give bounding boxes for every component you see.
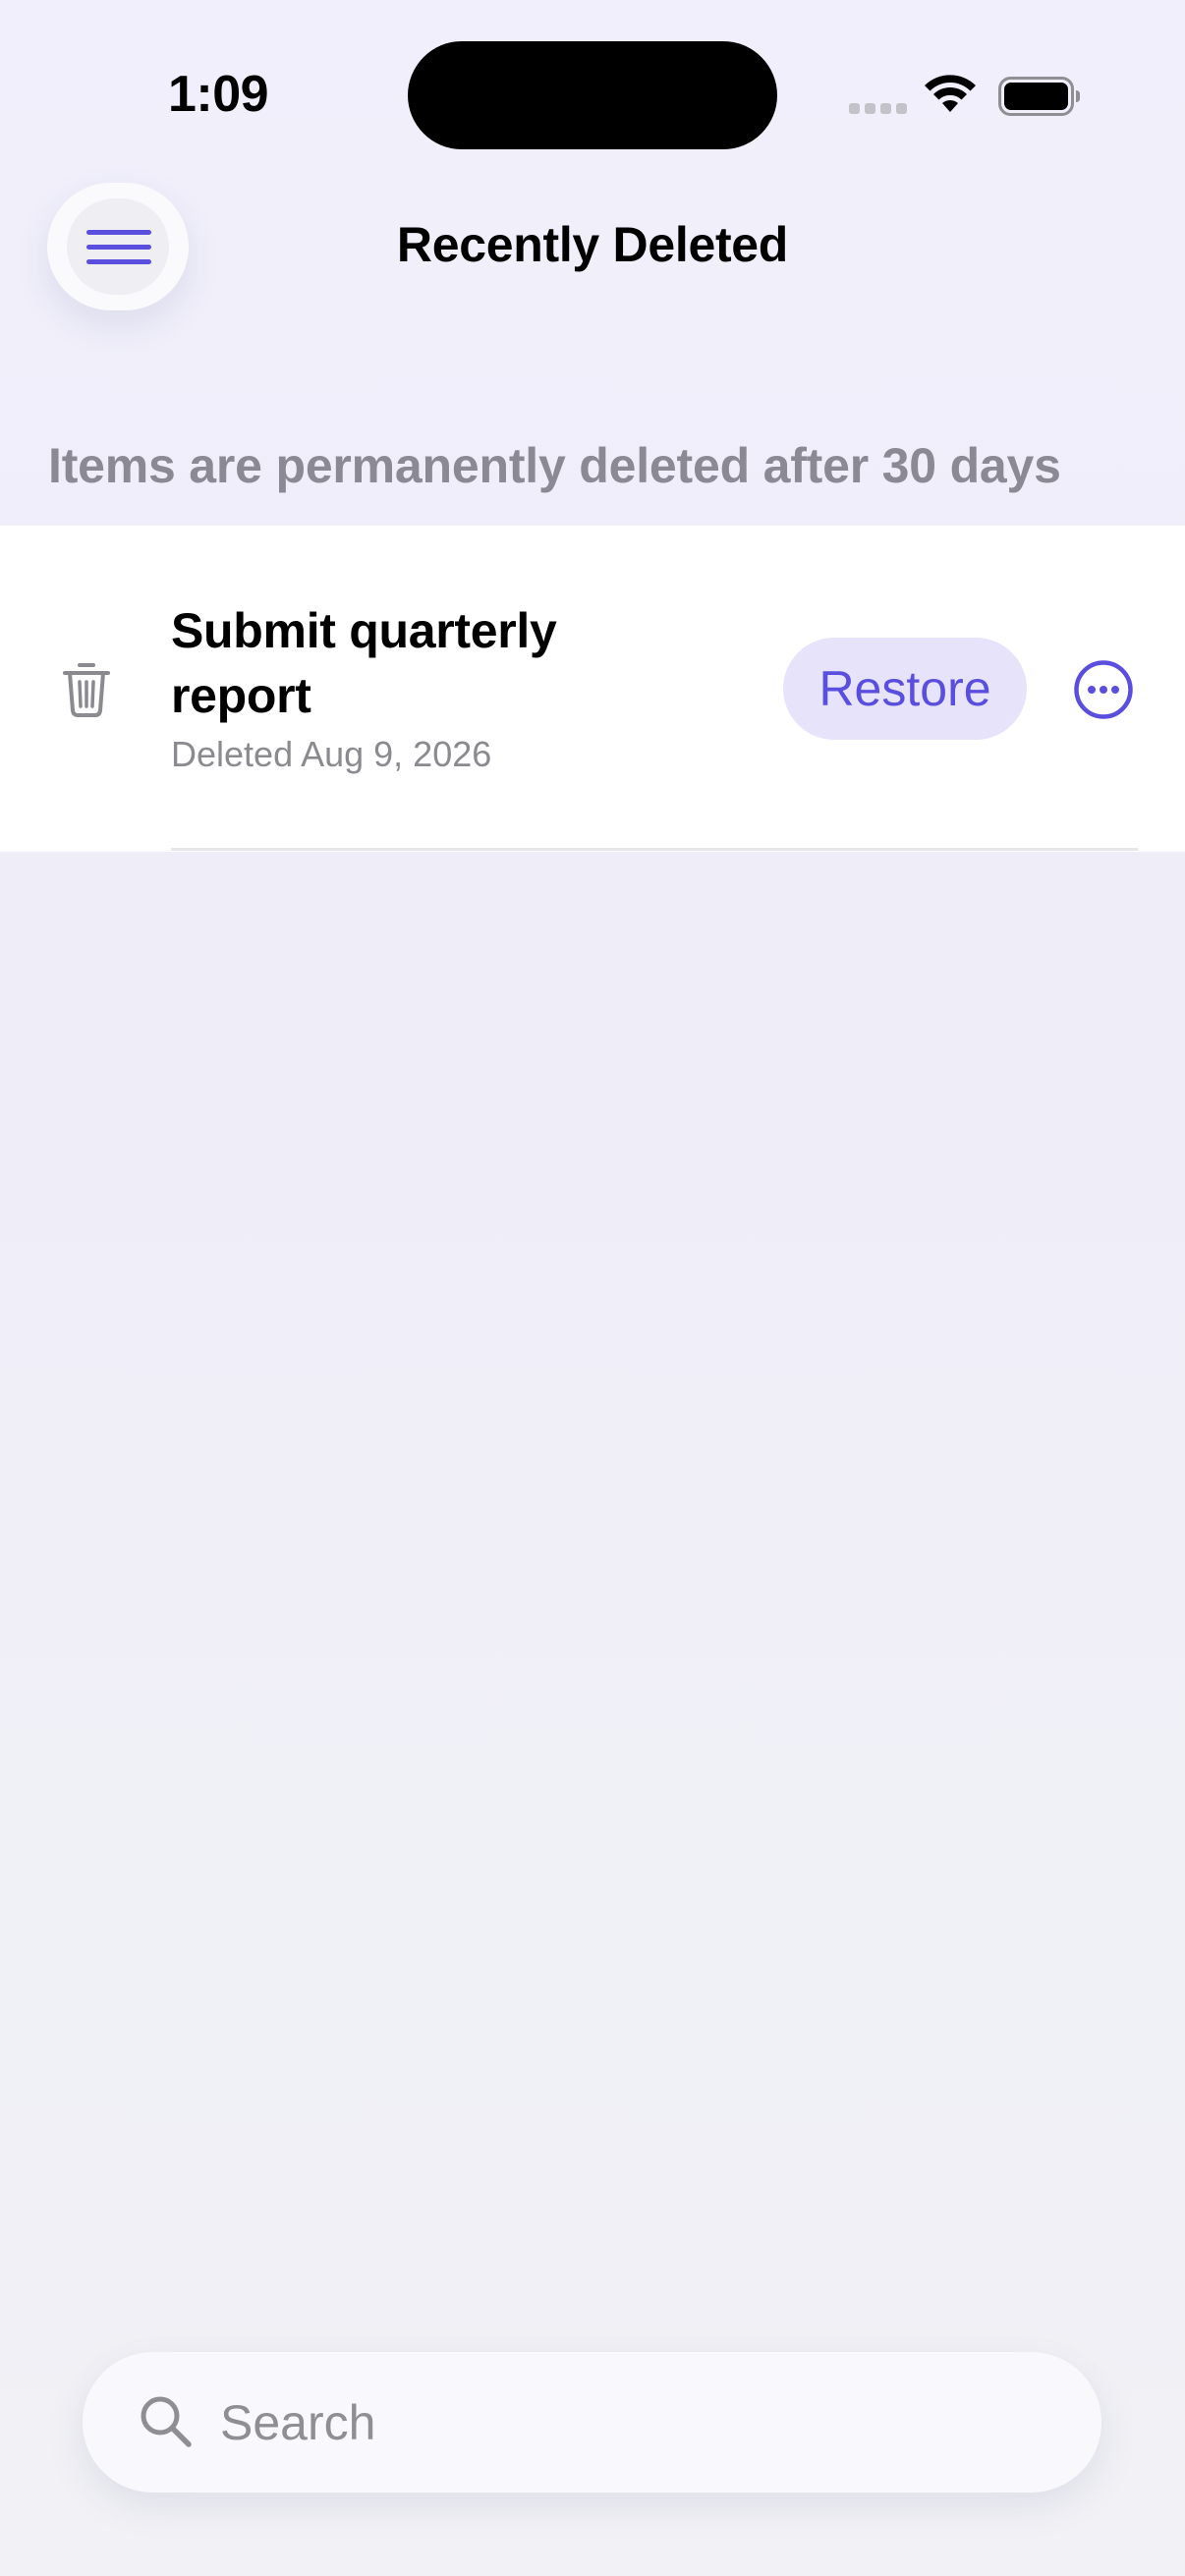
status-time: 1:09: [168, 66, 269, 123]
row-divider: [171, 848, 1138, 851]
search-icon: [141, 2396, 192, 2447]
item-deleted-date: Deleted Aug 9, 2026: [171, 734, 492, 774]
status-bar: 1:09: [0, 0, 1185, 187]
restore-button[interactable]: Restore: [783, 638, 1027, 740]
battery-icon: [998, 77, 1080, 116]
page-title: Recently Deleted: [396, 217, 789, 272]
item-title: Submit quarterly report: [171, 603, 557, 723]
search-input[interactable]: [220, 2387, 1045, 2458]
dynamic-island: [408, 41, 777, 149]
trash-icon: [63, 663, 110, 717]
wifi-icon: [925, 75, 976, 112]
search-bar[interactable]: [83, 2352, 1101, 2492]
deleted-items-list: Submit quarterly report Deleted Aug 9, 2…: [0, 526, 1185, 852]
retention-notice: Items are permanently deleted after 30 d…: [48, 438, 1061, 493]
cellular-signal-icon: [849, 103, 908, 117]
ellipsis-circle-icon[interactable]: [1073, 659, 1134, 720]
